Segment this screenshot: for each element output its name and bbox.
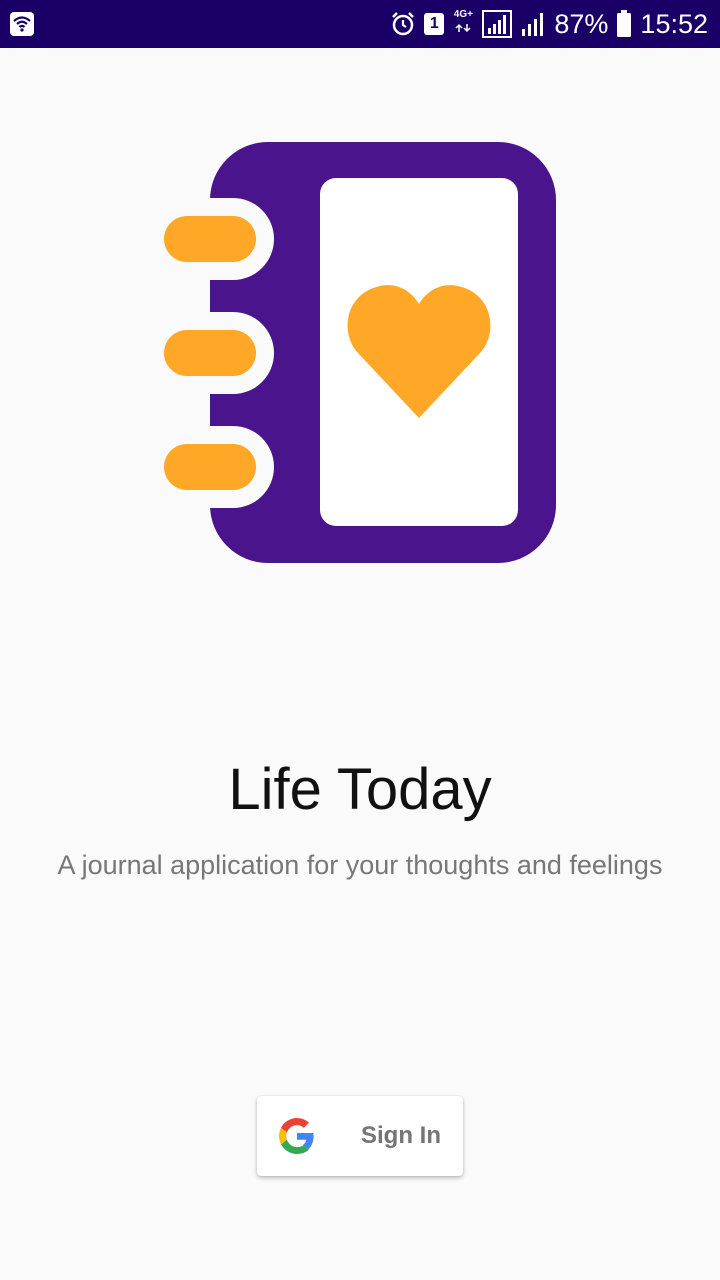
app-logo xyxy=(160,140,560,565)
battery-icon xyxy=(617,10,632,37)
signal-icon xyxy=(522,13,544,36)
wifi-icon xyxy=(10,12,34,36)
sign-in-label: Sign In xyxy=(361,1122,441,1149)
google-icon xyxy=(279,1118,314,1154)
app-title: Life Today xyxy=(228,757,492,822)
clock: 15:52 xyxy=(640,8,708,39)
network-type-label: 4G+ xyxy=(453,9,473,20)
data-arrows-icon xyxy=(455,23,471,33)
network-icon: 4G+ xyxy=(452,10,474,38)
journal-heart-icon xyxy=(160,142,556,563)
google-sign-in-button[interactable]: Sign In xyxy=(257,1096,463,1176)
battery-percent: 87% xyxy=(554,8,609,39)
status-bar: 1 4G+ 87% 15:52 xyxy=(0,0,720,48)
app-subtitle: A journal application for your thoughts … xyxy=(57,850,663,880)
signal-icon xyxy=(482,10,513,38)
sim-badge: 1 xyxy=(424,13,445,35)
alarm-icon xyxy=(392,12,415,36)
